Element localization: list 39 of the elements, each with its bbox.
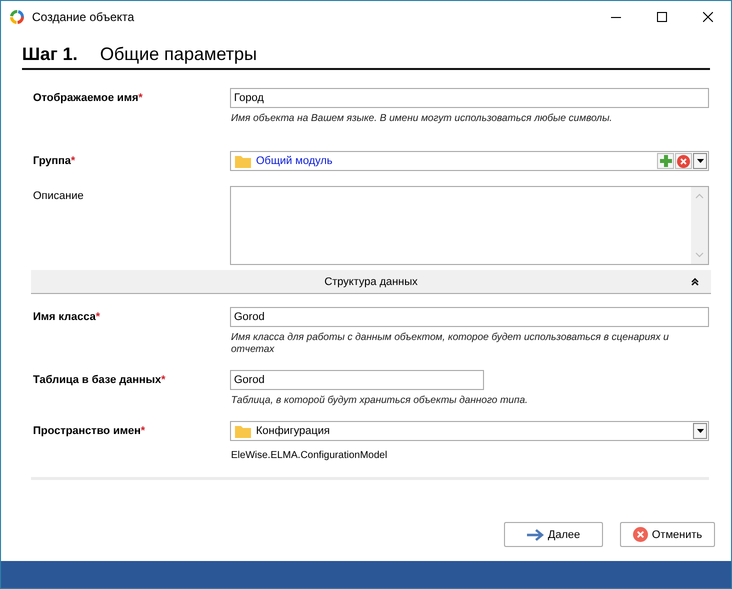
field-hint: Имя класса для работы с данным объектом, которое будет использоваться в сценариях и отчетах: [230, 331, 670, 356]
scroll-down-icon: [695, 252, 704, 258]
field-hint: Таблица, в которой будут храниться объекты данного типа.: [230, 394, 529, 407]
next-button[interactable]: Далее: [504, 522, 603, 547]
maximize-icon: [657, 12, 667, 22]
field-hint: Имя объекта на Вашем языке. В имени могут использоваться любые символы.: [230, 112, 614, 125]
field-label: Имя класса*: [33, 310, 102, 325]
add-button[interactable]: [657, 153, 674, 169]
caret-icon: [696, 429, 704, 433]
namespace-path: EleWise.ELMA.ConfigurationModel: [230, 449, 388, 461]
text-field[interactable]: Gorod: [230, 307, 709, 327]
field-label: Таблица в базе данных*: [33, 373, 166, 388]
step-title: Общие параметры: [100, 44, 257, 65]
text-field[interactable]: Gorod: [230, 370, 484, 390]
namespace-dropdown[interactable]: Конфигурация: [230, 421, 709, 441]
description-field[interactable]: [230, 186, 709, 265]
dropdown-button[interactable]: [693, 153, 707, 169]
cancel-button[interactable]: Отменить: [620, 522, 715, 547]
close-icon: [703, 12, 713, 22]
text-field[interactable]: Город: [230, 88, 709, 108]
section-header[interactable]: Структура данных: [31, 270, 711, 294]
field-label: Группа*: [33, 154, 76, 169]
remove-button[interactable]: [675, 153, 692, 169]
app-logo-icon: [9, 8, 25, 24]
step-number: Шаг 1.: [22, 44, 79, 65]
folder-icon: [235, 424, 251, 438]
group-field[interactable]: Общий модуль: [230, 151, 709, 171]
scroll-up-icon: [695, 193, 704, 199]
collapse-icon: [691, 278, 699, 286]
cancel-icon: [632, 527, 648, 542]
field-label: Описание: [33, 189, 85, 204]
folder-icon: [235, 154, 251, 168]
window-title: Создание объекта: [32, 10, 136, 24]
arrow-right-icon: [526, 528, 544, 540]
field-label: Пространство имен*: [33, 424, 146, 439]
group-link[interactable]: Общий модуль: [256, 155, 657, 167]
caret-icon: [696, 159, 704, 163]
field-label: Отображаемое имя*: [33, 91, 144, 106]
scrollbar[interactable]: [691, 187, 708, 264]
